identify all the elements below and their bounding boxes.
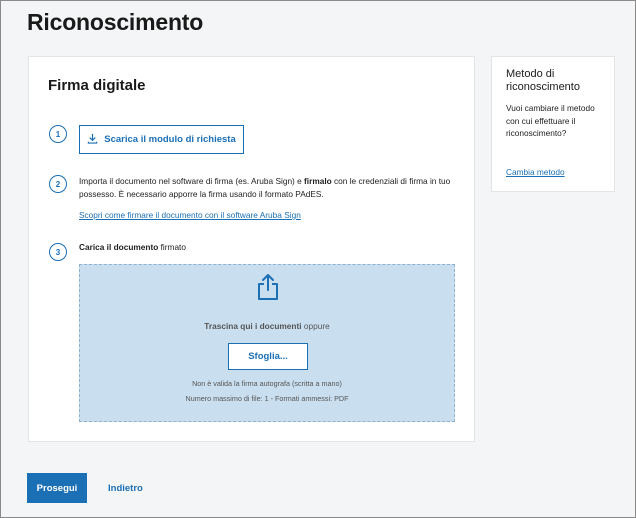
side-card-title: Metodo di riconoscimento bbox=[506, 68, 580, 93]
share-upload-icon bbox=[256, 273, 280, 306]
side-card: Metodo di riconoscimento Vuoi cambiare i… bbox=[491, 56, 615, 192]
step-2-number: 2 bbox=[49, 175, 67, 193]
download-module-button[interactable]: Scarica il modulo di richiesta bbox=[79, 125, 244, 154]
drop-instructions: Trascina qui i documenti oppure bbox=[204, 321, 330, 331]
step-1-number: 1 bbox=[49, 125, 67, 143]
file-limits-note: Numero massimo di file: 1 - Formati amme… bbox=[185, 394, 349, 403]
step-2-text: Importa il documento nel software di fir… bbox=[79, 176, 451, 199]
back-button[interactable]: Indietro bbox=[108, 483, 143, 494]
download-icon bbox=[87, 133, 98, 147]
signature-note: Non è valida la firma autografa (scritta… bbox=[192, 379, 342, 388]
aruba-sign-help-link[interactable]: Scopri come firmare il documento con il … bbox=[79, 209, 301, 222]
main-card: Firma digitale 1 Scarica il modulo di ri… bbox=[28, 56, 475, 442]
card-title: Firma digitale bbox=[48, 77, 146, 94]
change-method-link[interactable]: Cambia metodo bbox=[506, 167, 565, 177]
upload-dropzone[interactable]: Trascina qui i documenti oppure Sfoglia.… bbox=[79, 264, 455, 422]
continue-button[interactable]: Prosegui bbox=[27, 473, 87, 503]
download-module-label: Scarica il modulo di richiesta bbox=[104, 134, 236, 145]
step-3-label: Carica il documento firmato bbox=[79, 242, 186, 252]
page-title: Riconoscimento bbox=[27, 9, 204, 35]
step-3-number: 3 bbox=[49, 243, 67, 261]
side-card-text: Vuoi cambiare il metodo con cui effettua… bbox=[506, 103, 595, 138]
browse-button[interactable]: Sfoglia... bbox=[228, 343, 308, 370]
